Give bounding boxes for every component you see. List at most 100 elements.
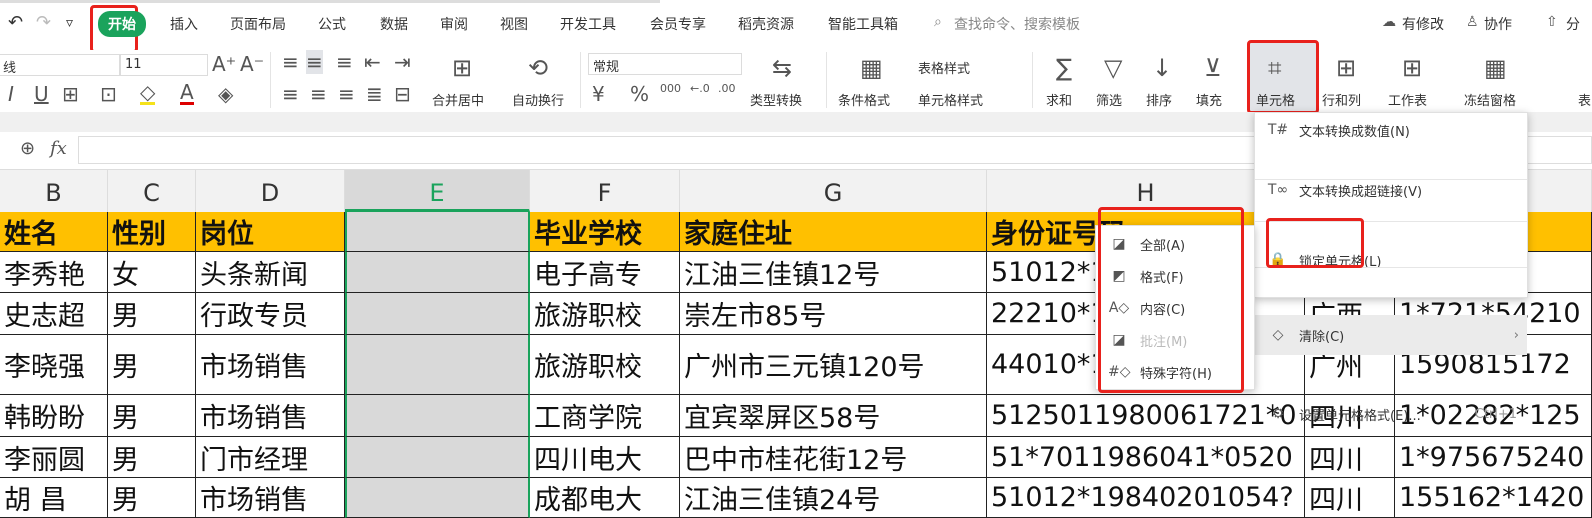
table-cell[interactable]: 韩盼盼 — [0, 395, 108, 437]
tab-formula[interactable]: 公式 — [318, 14, 346, 34]
table-cell[interactable]: 男 — [108, 478, 196, 518]
zoom-icon[interactable]: ⊕ — [20, 138, 35, 159]
table-cell[interactable]: 头条新闻 — [196, 252, 345, 293]
table-cell[interactable]: 广州市三元镇120号 — [680, 335, 987, 395]
cell-button[interactable]: 单元格 — [1256, 90, 1295, 109]
table-cell[interactable]: 市场销售 — [196, 335, 345, 395]
filter-button[interactable]: 筛选 — [1096, 90, 1122, 109]
table-cell[interactable]: 51*7011986041*0520 — [987, 437, 1305, 478]
table-cell[interactable]: 巴中市桂花街12号 — [680, 437, 987, 478]
freeze-panes-icon[interactable]: ▦ — [1484, 54, 1507, 82]
tab-insert[interactable]: 插入 — [170, 14, 198, 34]
table-cell[interactable]: 市场销售 — [196, 395, 345, 437]
table-cell[interactable]: 市场销售 — [196, 478, 345, 518]
cell-format-icon[interactable]: ⊡ — [100, 82, 117, 106]
tab-page-layout[interactable]: 页面布局 — [230, 14, 286, 34]
font-name-select[interactable]: 线 — [0, 54, 120, 76]
table-cell[interactable] — [345, 437, 530, 478]
table-cell[interactable]: 旅游职校 — [530, 293, 680, 335]
align-top-icon[interactable]: ≡ — [282, 50, 299, 74]
fx-icon[interactable]: fx — [50, 138, 67, 159]
table-cell[interactable]: 李秀艳 — [0, 252, 108, 293]
cell-menu-item[interactable]: ⚙ 设置单元格格式(E)... Ctrl+1 — [1255, 399, 1527, 429]
table-cell[interactable]: 胡 昌 — [0, 478, 108, 518]
table-cell[interactable]: 旅游职校 — [530, 335, 680, 395]
table-cell[interactable]: 李丽圆 — [0, 437, 108, 478]
tab-smart-toolbox[interactable]: 智能工具箱 — [828, 14, 898, 34]
table-cell[interactable]: 女 — [108, 252, 196, 293]
header-cell[interactable]: 岗位 — [196, 212, 345, 252]
conditional-format-button[interactable]: 条件格式 — [838, 90, 890, 109]
font-color-icon[interactable]: A — [180, 82, 194, 105]
font-size-select[interactable]: 11 — [120, 54, 208, 76]
table-cell[interactable]: 51012*19840201054? — [987, 478, 1305, 518]
number-format-select[interactable]: 常规 — [588, 53, 742, 75]
sort-button[interactable]: 排序 — [1146, 90, 1172, 109]
wrap-text-icon[interactable]: ⟲ — [528, 54, 548, 82]
collaborate-button[interactable]: 协作 — [1484, 14, 1512, 34]
tab-view[interactable]: 视图 — [500, 14, 528, 34]
column-header-B[interactable]: B — [0, 170, 108, 212]
table-cell[interactable]: 男 — [108, 335, 196, 395]
wrap-text-button[interactable]: 自动换行 — [512, 90, 564, 109]
table-cell[interactable]: 宜宾翠屏区58号 — [680, 395, 987, 437]
table-cell[interactable]: 崇左市85号 — [680, 293, 987, 335]
eraser-icon[interactable]: ◈ — [218, 82, 233, 106]
decrease-indent-icon[interactable]: ⇤ — [364, 50, 381, 74]
table-cell[interactable]: 史志超 — [0, 293, 108, 335]
table-cell[interactable]: 江油三佳镇12号 — [680, 252, 987, 293]
distributed-icon[interactable]: ⊟ — [394, 82, 411, 106]
table-cell[interactable]: 电子高专 — [530, 252, 680, 293]
tab-start[interactable]: 开始 — [98, 11, 146, 37]
sum-icon[interactable]: ∑ — [1056, 54, 1072, 82]
type-convert-icon[interactable]: ⇆ — [772, 54, 792, 82]
fill-color-icon[interactable]: ◇ — [140, 82, 156, 105]
fill-button[interactable]: 填充 — [1196, 90, 1222, 109]
underline-icon[interactable]: U — [34, 82, 49, 106]
column-header-E[interactable]: E — [345, 170, 530, 212]
increase-indent-icon[interactable]: ⇥ — [394, 50, 411, 74]
table-cell[interactable]: 行政专员 — [196, 293, 345, 335]
table-cell[interactable]: 男 — [108, 293, 196, 335]
align-bottom-icon[interactable]: ≡ — [336, 50, 353, 74]
cell-icon[interactable]: ⌗ — [1268, 54, 1282, 82]
table-cell[interactable] — [345, 335, 530, 395]
table-cell[interactable] — [345, 252, 530, 293]
table-cell[interactable]: 成都电大 — [530, 478, 680, 518]
merge-center-button[interactable]: 合并居中 — [432, 90, 484, 109]
increase-decimal-icon[interactable]: ←.0 — [690, 82, 710, 95]
conditional-format-icon[interactable]: ▦ — [860, 54, 883, 82]
header-cell[interactable]: 家庭住址 — [680, 212, 987, 252]
table-cell[interactable] — [345, 395, 530, 437]
table-cell[interactable]: 四川 — [1305, 437, 1395, 478]
type-convert-button[interactable]: 类型转换 — [750, 90, 802, 109]
table-style-button[interactable]: 表格样式 — [918, 58, 970, 77]
worksheet-icon[interactable]: ⊞ — [1402, 54, 1422, 82]
header-cell[interactable]: 性别 — [108, 212, 196, 252]
increase-font-icon[interactable]: A⁺ — [212, 52, 236, 76]
table-cell[interactable]: 男 — [108, 395, 196, 437]
column-header-G[interactable]: G — [680, 170, 987, 212]
freeze-panes-button[interactable]: 冻结窗格 — [1464, 90, 1516, 109]
table-cell[interactable]: 门市经理 — [196, 437, 345, 478]
table-cell[interactable]: 工商学院 — [530, 395, 680, 437]
percent-icon[interactable]: % — [630, 82, 649, 106]
table-cell[interactable] — [345, 478, 530, 518]
merge-center-icon[interactable]: ⊞ — [452, 54, 472, 82]
column-header-C[interactable]: C — [108, 170, 196, 212]
table-cell[interactable]: 四川电大 — [530, 437, 680, 478]
table-cell[interactable]: 男 — [108, 437, 196, 478]
row-col-button[interactable]: 行和列 — [1322, 90, 1361, 109]
tab-developer[interactable]: 开发工具 — [560, 14, 616, 34]
align-center-icon[interactable]: ≡ — [310, 82, 327, 106]
cell-menu-item[interactable]: ◇ 清除(C) › — [1255, 315, 1527, 355]
column-header-F[interactable]: F — [530, 170, 680, 212]
sort-icon[interactable]: ↓ — [1152, 54, 1172, 82]
align-left-icon[interactable]: ≡ — [282, 82, 299, 106]
quick-access-more-icon[interactable]: ▿ — [66, 15, 73, 31]
align-right-icon[interactable]: ≡ — [338, 82, 355, 106]
table-cell[interactable]: 155162*1420 — [1395, 478, 1592, 518]
table-cell[interactable]: 四川 — [1305, 478, 1395, 518]
modified-status[interactable]: 有修改 — [1402, 14, 1444, 34]
cell-style-button[interactable]: 单元格样式 — [918, 90, 983, 109]
